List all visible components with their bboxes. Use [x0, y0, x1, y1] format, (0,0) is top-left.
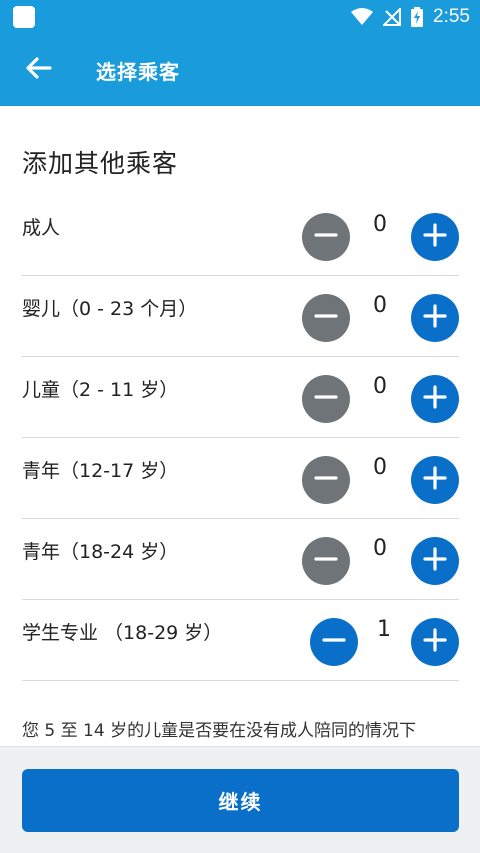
passenger-label: 青年（18-24 岁） — [22, 541, 179, 563]
decrease-child-button[interactable] — [302, 375, 350, 423]
plus-icon — [423, 304, 447, 332]
battery-charging-icon — [411, 7, 424, 27]
minus-icon — [314, 547, 338, 575]
passenger-count: 1 — [377, 617, 391, 642]
arrow-left-icon — [24, 56, 52, 84]
minus-icon — [322, 628, 346, 656]
increase-infant-button[interactable] — [411, 294, 459, 342]
plus-icon — [423, 628, 447, 656]
decrease-youth-12-17-button[interactable] — [302, 456, 350, 504]
increase-adult-button[interactable] — [411, 213, 459, 261]
passenger-row-infant: 婴儿（0 - 23 个月） 0 — [22, 277, 459, 357]
plus-icon — [423, 223, 447, 251]
app-notification-icon — [13, 6, 35, 28]
passenger-count: 0 — [373, 212, 387, 237]
status-bar: 2:55 — [0, 0, 480, 34]
passenger-label: 成人 — [22, 217, 61, 239]
increase-youth-12-17-button[interactable] — [411, 456, 459, 504]
no-signal-icon — [383, 8, 402, 26]
passenger-row-student: 学生专业 （18-29 岁） 1 — [22, 601, 459, 681]
passenger-row-child: 儿童（2 - 11 岁） 0 — [22, 358, 459, 438]
back-button[interactable] — [20, 52, 56, 88]
continue-button[interactable]: 继续 — [22, 769, 459, 832]
decrease-student-button[interactable] — [310, 618, 358, 666]
page-title: 选择乘客 — [96, 60, 180, 84]
passenger-count: 0 — [373, 374, 387, 399]
passenger-row-youth-18-24: 青年（18-24 岁） 0 — [22, 520, 459, 600]
passenger-row-adult: 成人 0 — [22, 196, 459, 276]
plus-icon — [423, 385, 447, 413]
bottom-action-bar: 继续 — [0, 746, 480, 853]
passenger-label: 儿童（2 - 11 岁） — [22, 379, 179, 401]
unaccompanied-minor-notice: 您 5 至 14 岁的儿童是否要在没有成人陪同的情况下 — [22, 721, 417, 741]
status-time: 2:55 — [433, 6, 470, 27]
increase-youth-18-24-button[interactable] — [411, 537, 459, 585]
passenger-label: 学生专业 （18-29 岁） — [22, 622, 223, 644]
passenger-label: 婴儿（0 - 23 个月） — [22, 298, 198, 320]
minus-icon — [314, 466, 338, 494]
passenger-row-youth-12-17: 青年（12-17 岁） 0 — [22, 439, 459, 519]
plus-icon — [423, 466, 447, 494]
app-bar: 选择乘客 — [0, 34, 480, 106]
plus-icon — [423, 547, 447, 575]
minus-icon — [314, 385, 338, 413]
decrease-infant-button[interactable] — [302, 294, 350, 342]
passenger-count: 0 — [373, 536, 387, 561]
increase-student-button[interactable] — [411, 618, 459, 666]
increase-child-button[interactable] — [411, 375, 459, 423]
passenger-count: 0 — [373, 455, 387, 480]
minus-icon — [314, 223, 338, 251]
minus-icon — [314, 304, 338, 332]
decrease-youth-18-24-button[interactable] — [302, 537, 350, 585]
passenger-selector: 添加其他乘客 成人 0 婴儿（0 - 23 个月） 0 儿童（2 - 11 岁）… — [0, 106, 480, 746]
wifi-icon — [351, 8, 374, 26]
section-title: 添加其他乘客 — [22, 149, 179, 178]
passenger-count: 0 — [373, 293, 387, 318]
passenger-label: 青年（12-17 岁） — [22, 460, 179, 482]
decrease-adult-button[interactable] — [302, 213, 350, 261]
